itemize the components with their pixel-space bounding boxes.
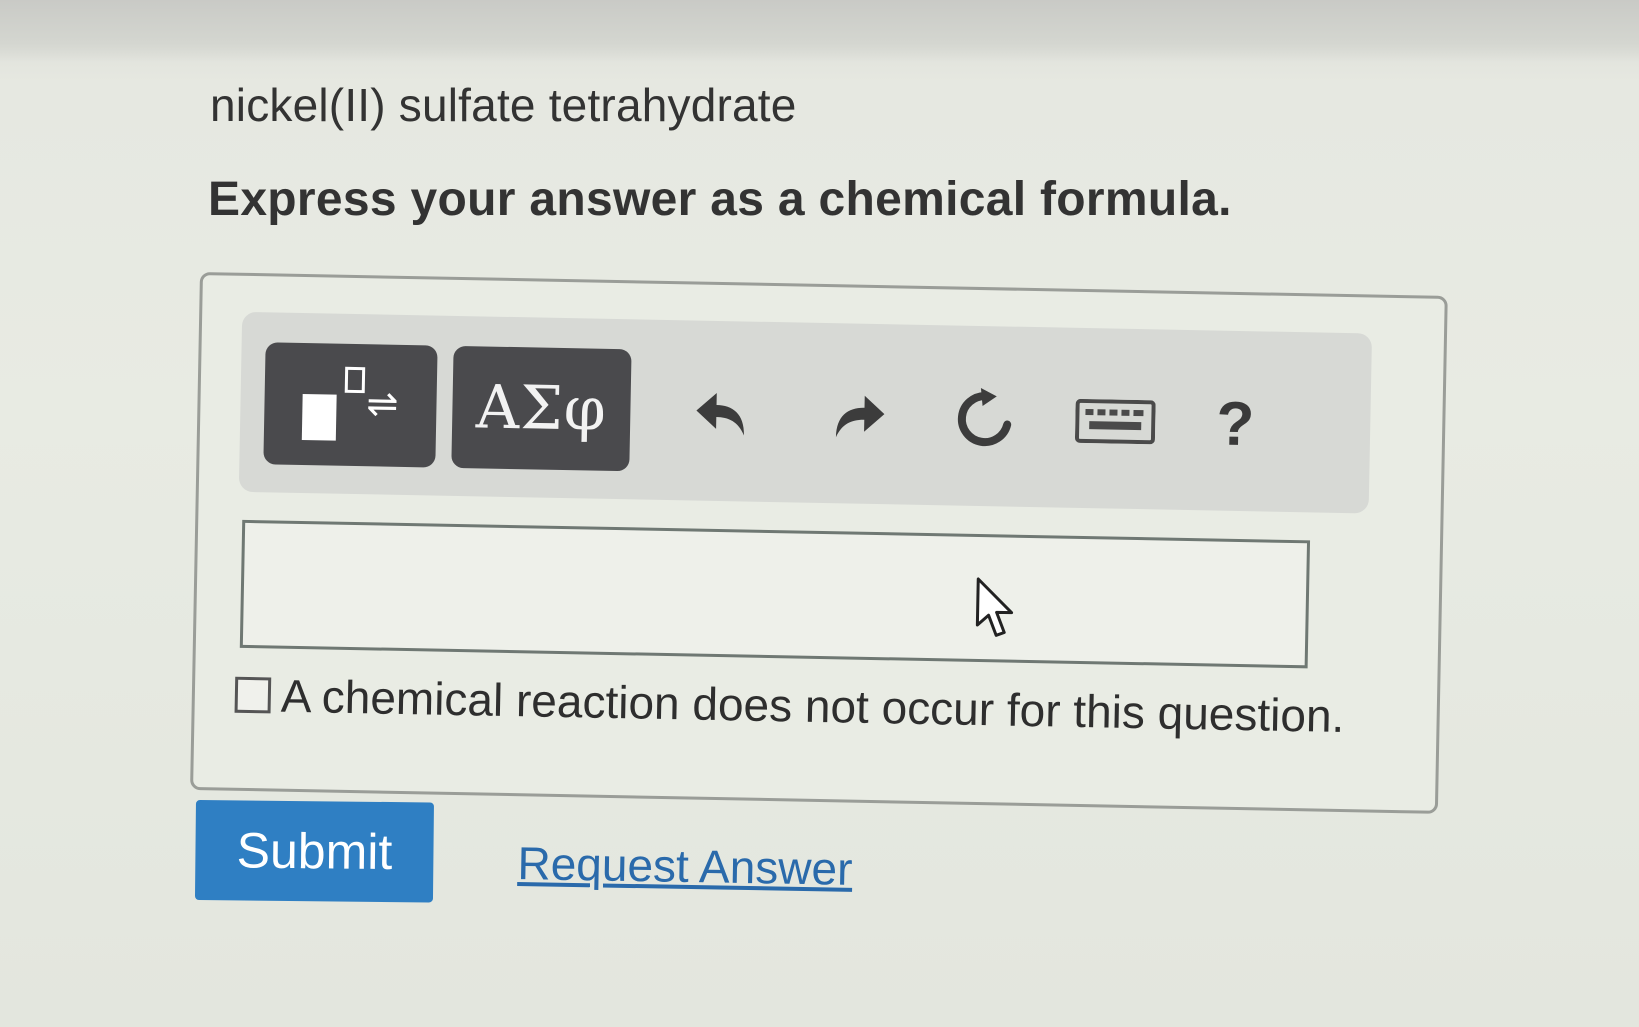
reset-icon xyxy=(957,388,1012,447)
greek-symbols-label: ΑΣφ xyxy=(475,372,608,445)
formula-toolbar: ⇌ ΑΣφ ? xyxy=(238,311,1373,514)
no-reaction-label: A chemical reaction does not occur for t… xyxy=(280,669,1345,743)
undo-button[interactable] xyxy=(680,368,772,460)
request-answer-link[interactable]: Request Answer xyxy=(517,836,853,896)
undo-icon xyxy=(696,392,744,436)
browser-top-band xyxy=(0,0,1639,62)
mouse-pointer-icon xyxy=(975,577,1014,637)
keyboard-button[interactable] xyxy=(1059,376,1171,468)
no-reaction-checkbox[interactable] xyxy=(234,676,272,714)
redo-button[interactable] xyxy=(809,371,901,463)
redo-icon xyxy=(835,395,885,438)
keyboard-icon xyxy=(1074,398,1156,445)
help-label: ? xyxy=(1215,389,1255,459)
greek-symbols-button[interactable]: ΑΣφ xyxy=(451,345,632,472)
superscript-templates-equilibrium-icon: ⇌ xyxy=(290,364,412,446)
no-reaction-option[interactable]: A chemical reaction does not occur for t… xyxy=(234,668,1345,743)
answer-instruction: Express your answer as a chemical formul… xyxy=(208,173,1232,226)
question-title: nickel(II) sulfate tetrahydrate xyxy=(210,79,797,131)
help-button[interactable]: ? xyxy=(1189,378,1281,470)
reset-button[interactable] xyxy=(939,373,1031,465)
submit-button[interactable]: Submit xyxy=(194,800,434,903)
answer-panel: ⇌ ΑΣφ ? A chemical reaction does not occ… xyxy=(190,272,1448,814)
answer-input[interactable] xyxy=(239,519,1311,669)
templates-button[interactable]: ⇌ xyxy=(263,342,438,468)
